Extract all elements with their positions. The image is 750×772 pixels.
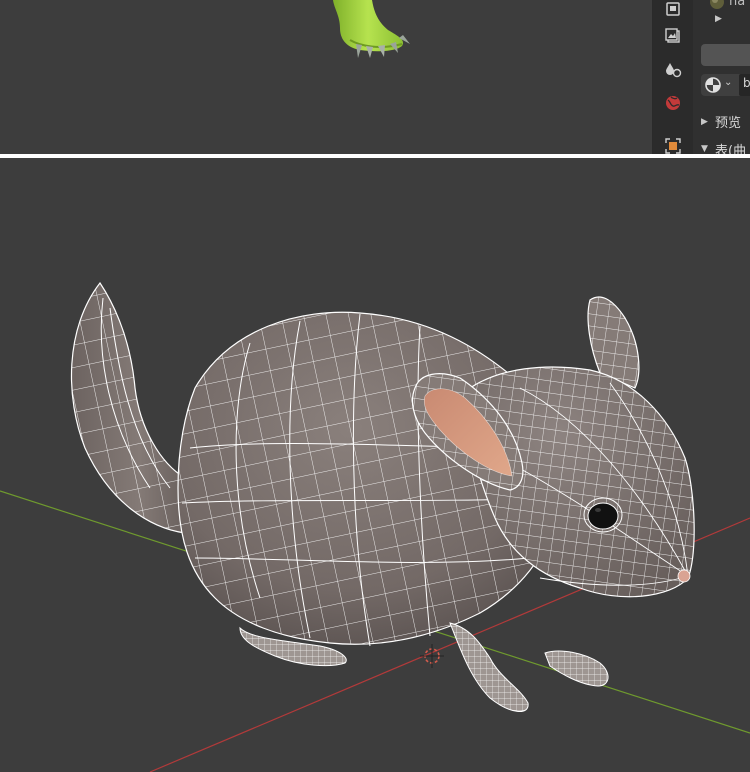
tail <box>70 281 186 534</box>
nose <box>677 569 691 583</box>
top-editor-area: ha ▶ ⌄ b ▶ 预览 ▼ 表(曲 <box>0 0 750 154</box>
physics-drops-icon[interactable] <box>659 56 687 84</box>
expand-arrow-icon[interactable]: ▶ <box>715 14 722 24</box>
chinchilla-mesh <box>0 281 750 772</box>
world-icon[interactable] <box>659 89 687 117</box>
front-right-foot <box>544 650 609 687</box>
properties-tabs <box>653 0 693 154</box>
surface-expand-arrow-icon[interactable]: ▼ <box>701 144 708 154</box>
preview-panel-header[interactable]: 预览 <box>715 112 741 131</box>
top-viewport[interactable] <box>0 0 653 154</box>
green-creature-foot <box>333 0 410 58</box>
chevron-down-icon: ⌄ <box>724 77 733 88</box>
eye <box>583 497 623 533</box>
mode-field[interactable]: b <box>739 74 750 96</box>
material-slot-field[interactable] <box>701 44 750 66</box>
surface-panel-header[interactable]: 表(曲 <box>715 140 746 154</box>
render-icon[interactable] <box>659 0 687 24</box>
material-sphere-icon <box>710 0 724 9</box>
3d-viewport[interactable] <box>0 158 750 772</box>
front-left-foot <box>449 622 529 712</box>
shading-sphere-icon <box>705 77 721 93</box>
object-constraint-icon[interactable] <box>659 132 687 154</box>
3d-cursor-icon[interactable] <box>420 644 444 668</box>
properties-editor: ha ▶ ⌄ b ▶ 预览 ▼ 表(曲 <box>693 0 750 154</box>
preview-collapse-arrow-icon[interactable]: ▶ <box>701 117 708 127</box>
material-name[interactable]: ha <box>729 0 745 9</box>
output-image-icon[interactable] <box>659 22 687 50</box>
